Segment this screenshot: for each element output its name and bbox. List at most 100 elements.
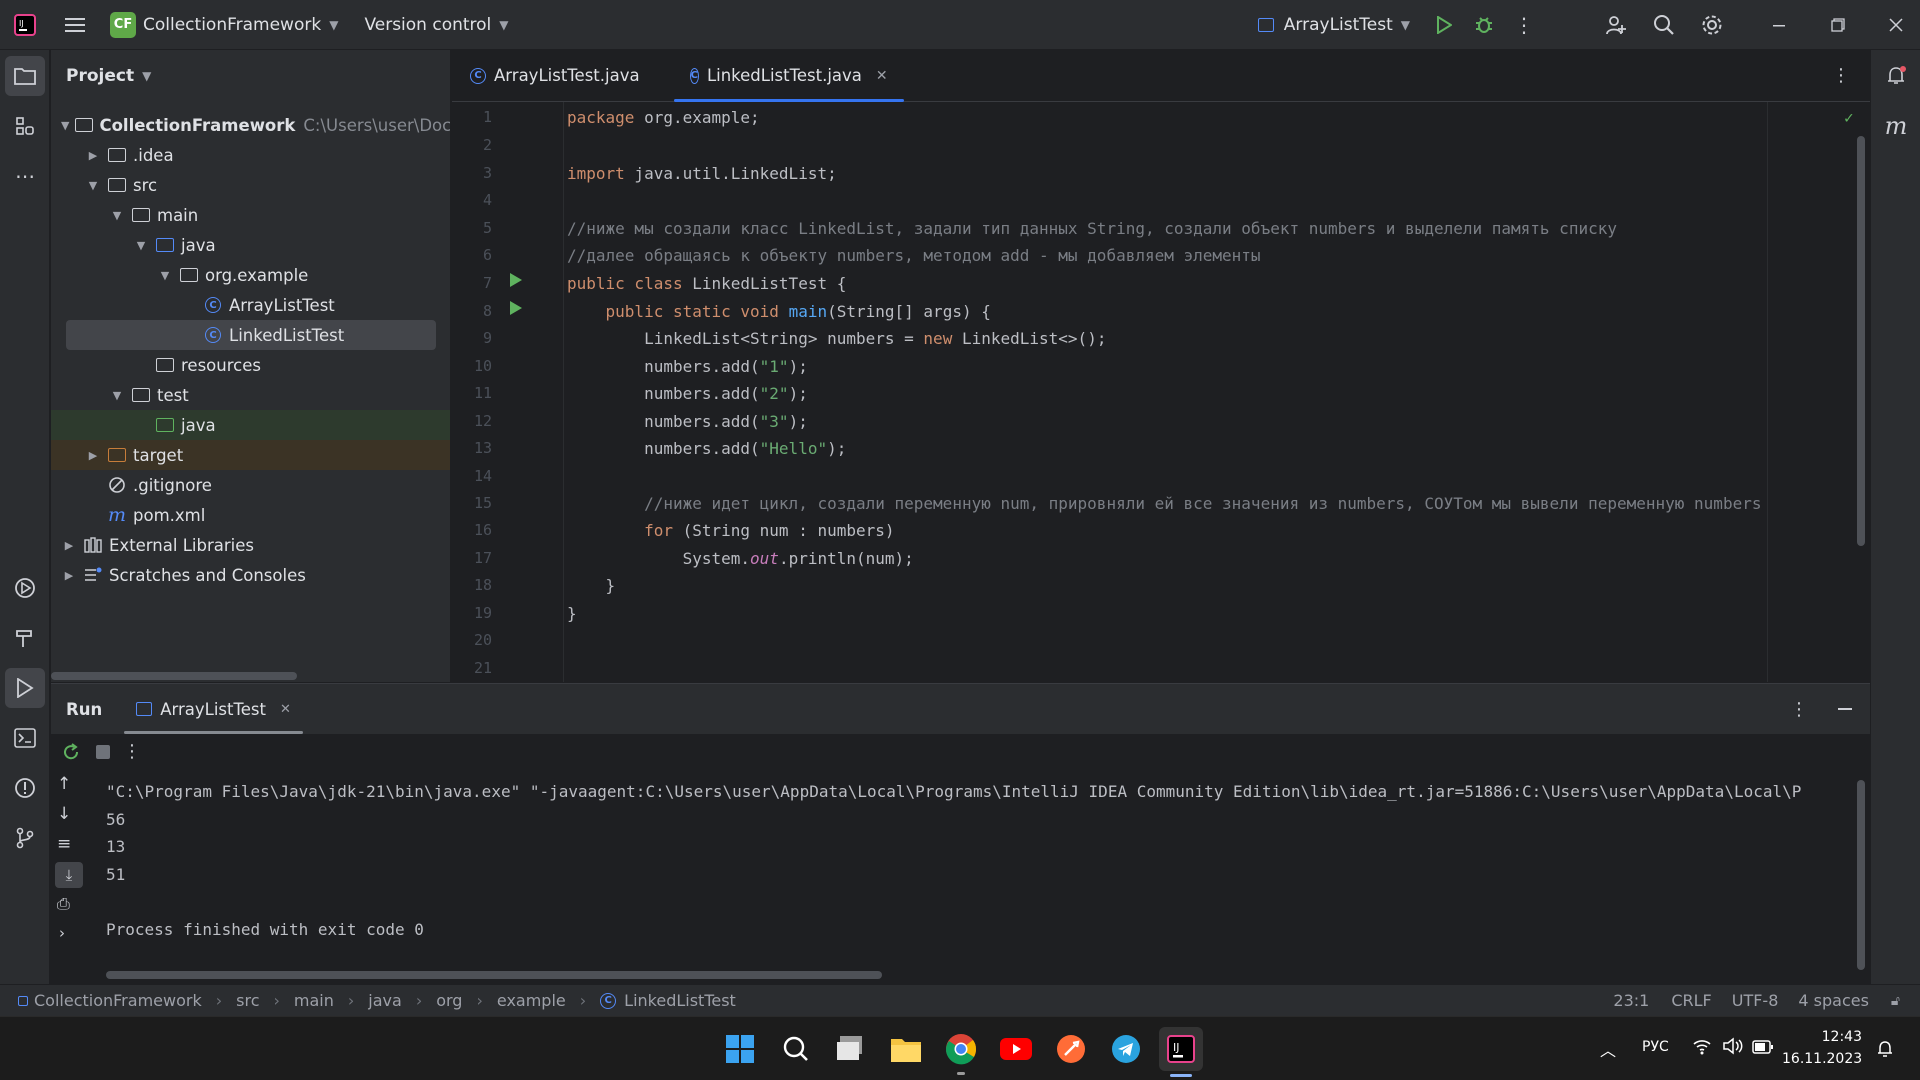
breadcrumb-item[interactable]: CollectionFramework (34, 991, 202, 1010)
tree-item-target[interactable]: ▶ target (51, 440, 450, 470)
scroll-to-end-icon[interactable]: ⤓ (55, 862, 83, 888)
tab-linkedlisttest-java[interactable]: C LinkedListTest.java ✕ (673, 50, 904, 102)
vertical-scrollbar[interactable] (1857, 780, 1865, 970)
breadcrumb-item[interactable]: main (294, 991, 334, 1010)
youtube-icon[interactable] (994, 1027, 1038, 1071)
vcs-selector[interactable]: Version control ▼ (364, 0, 508, 50)
minimize-window-icon[interactable] (1760, 5, 1800, 45)
wifi-icon[interactable] (1692, 1037, 1712, 1059)
tree-item-java-main[interactable]: ▼ java (51, 230, 450, 260)
postman-icon[interactable] (1049, 1027, 1093, 1071)
maven-icon[interactable]: m (1876, 106, 1916, 146)
structure-icon[interactable] (5, 106, 45, 146)
run-tool-icon[interactable] (5, 668, 45, 708)
tree-item-test[interactable]: ▼ test (51, 380, 450, 410)
lock-open-icon[interactable]: 🔓︎ (1891, 993, 1900, 1009)
tree-item-src[interactable]: ▼ src (51, 170, 450, 200)
input-language[interactable]: РУС (1642, 1039, 1669, 1055)
settings-gear-icon[interactable] (1692, 5, 1732, 45)
git-branch-icon[interactable] (5, 818, 45, 858)
project-panel-header[interactable]: Project ▼ (51, 50, 450, 102)
tab-options-icon[interactable]: ⋮ (1832, 65, 1850, 86)
battery-icon[interactable] (1752, 1039, 1774, 1058)
line-number: 17 (473, 549, 492, 567)
close-tab-icon[interactable]: ✕ (876, 68, 888, 84)
services-icon[interactable] (5, 568, 45, 608)
debug-button[interactable] (1464, 5, 1504, 45)
code-line: System.out.println(num); (567, 549, 914, 568)
caret-position[interactable]: 23:1 (1613, 991, 1649, 1010)
file-explorer-icon[interactable] (884, 1027, 928, 1071)
code-with-me-icon[interactable] (1596, 5, 1636, 45)
run-class-gutter-icon[interactable] (510, 273, 522, 287)
more-icon[interactable]: ⋮ (123, 741, 141, 762)
run-tab-arraylisttest[interactable]: ArrayListTest ✕ (124, 684, 303, 734)
horizontal-scrollbar[interactable] (106, 971, 882, 979)
chevron-right-icon[interactable]: › (59, 924, 65, 942)
terminal-icon[interactable] (5, 718, 45, 758)
notification-bell-icon[interactable] (1876, 1039, 1894, 1063)
close-tab-icon[interactable]: ✕ (280, 702, 291, 717)
tree-item-gitignore[interactable]: .gitignore (51, 470, 450, 500)
line-separator[interactable]: CRLF (1671, 991, 1711, 1010)
project-selector[interactable]: CF CollectionFramework ▼ (110, 0, 338, 50)
breadcrumb-item[interactable]: java (368, 991, 402, 1010)
indent-setting[interactable]: 4 spaces (1798, 991, 1869, 1010)
tree-item-collectionframework[interactable]: ▼ CollectionFramework C:\Users\user\Doc (51, 110, 450, 140)
breadcrumb-item[interactable]: src (236, 991, 259, 1010)
hide-panel-icon[interactable] (1838, 708, 1852, 710)
search-icon[interactable] (774, 1027, 818, 1071)
soft-wrap-icon[interactable]: ≡ (57, 834, 71, 854)
task-view-icon[interactable] (829, 1027, 873, 1071)
restore-window-icon[interactable] (1818, 5, 1858, 45)
tree-item-main[interactable]: ▼ main (51, 200, 450, 230)
close-window-icon[interactable] (1876, 5, 1916, 45)
windows-start-icon[interactable] (718, 1027, 762, 1071)
tree-item-arraylisttest[interactable]: C ArrayListTest (51, 290, 450, 320)
notifications-bell-icon[interactable] (1876, 56, 1916, 96)
tree-item-idea[interactable]: ▶ .idea (51, 140, 450, 170)
more-tools-icon[interactable]: ⋯ (5, 156, 45, 196)
tab-arraylisttest-java[interactable]: C ArrayListTest.java (454, 50, 656, 102)
problems-icon[interactable] (5, 768, 45, 808)
code-line: LinkedList<String> numbers = new LinkedL… (567, 329, 1107, 348)
telegram-icon[interactable] (1104, 1027, 1148, 1071)
search-icon[interactable] (1644, 5, 1684, 45)
intellij-taskbar-icon[interactable]: IJ (1159, 1027, 1203, 1071)
stop-icon[interactable] (89, 738, 117, 766)
breadcrumb-item[interactable]: example (497, 991, 566, 1010)
tree-item-pom-xml[interactable]: m pom.xml (51, 500, 450, 530)
show-hidden-icons-chevron-up-icon[interactable]: ︿ (1600, 1037, 1616, 1061)
horizontal-scrollbar[interactable] (51, 672, 297, 680)
chrome-icon[interactable] (939, 1027, 983, 1071)
tree-item-scratches[interactable]: ▶ Scratches and Consoles (51, 560, 450, 590)
rerun-icon[interactable] (57, 738, 85, 766)
file-encoding[interactable]: UTF-8 (1732, 991, 1779, 1010)
tree-item-linkedlisttest[interactable]: C LinkedListTest (66, 320, 436, 350)
build-hammer-icon[interactable] (5, 618, 45, 658)
volume-icon[interactable] (1722, 1037, 1744, 1059)
arrow-down-icon[interactable]: ↓ (57, 804, 71, 824)
tree-item-label: org.example (205, 265, 309, 285)
intellij-logo-icon[interactable]: IJ (0, 0, 50, 50)
more-actions-icon[interactable]: ⋮ (1504, 5, 1544, 45)
arrow-up-icon[interactable]: ↑ (57, 774, 71, 794)
run-button[interactable] (1424, 5, 1464, 45)
main-menu-icon[interactable] (50, 0, 100, 50)
code-editor[interactable]: 1 2 3 4 5 6 7 8 9 10 11 12 13 14 15 16 17 18 19 20 21 packag… (452, 102, 1870, 682)
breadcrumb-item[interactable]: org (436, 991, 462, 1010)
tree-item-java-test[interactable]: java (51, 410, 450, 440)
tree-item-org-example[interactable]: ▼ org.example (51, 260, 450, 290)
tree-item-external-libraries[interactable]: ▶ External Libraries (51, 530, 450, 560)
tree-item-resources[interactable]: resources (51, 350, 450, 380)
run-config-selector[interactable]: ArrayListTest ▼ (1257, 0, 1410, 50)
run-main-gutter-icon[interactable] (510, 301, 522, 315)
clock-date[interactable]: 16.11.2023 (1782, 1051, 1862, 1067)
print-icon[interactable]: ⎙ (57, 894, 70, 914)
vertical-scrollbar[interactable] (1857, 136, 1865, 546)
run-options-icon[interactable]: ⋮ (1790, 699, 1808, 720)
project-folder-icon[interactable] (5, 56, 45, 96)
clock-time[interactable]: 12:43 (1792, 1029, 1862, 1045)
breadcrumb-item[interactable]: LinkedListTest (624, 991, 736, 1010)
no-problems-check-icon[interactable]: ✓ (1844, 108, 1854, 127)
